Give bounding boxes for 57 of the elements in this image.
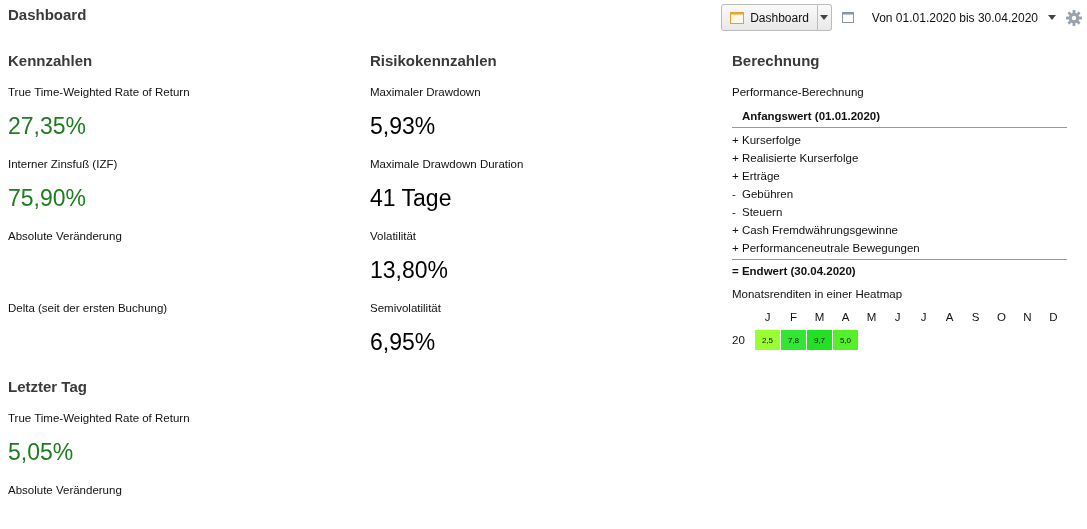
calculation-item: + Realisierte Kurserfolge bbox=[732, 151, 860, 166]
caret-icon[interactable] bbox=[1048, 15, 1056, 20]
metric-label: Maximale Drawdown Duration bbox=[370, 158, 525, 172]
heatmap-cell: 7,8 bbox=[781, 330, 806, 350]
calculation-item: + Cash Fremdwährungsgewinne bbox=[732, 223, 899, 238]
heatmap-cell: 5,0 bbox=[833, 330, 858, 350]
metric-label: True Time-Weighted Rate of Return bbox=[8, 412, 191, 426]
settings-icon[interactable] bbox=[1066, 9, 1082, 26]
year-label: 20 bbox=[732, 333, 746, 348]
month-label: F bbox=[789, 310, 798, 325]
metric-label: Semivolatilität bbox=[370, 302, 442, 316]
end-value-line: = Endwert (30.04.2020) bbox=[732, 259, 1067, 282]
heatmap-cell: 2,5 bbox=[755, 330, 780, 350]
month-label: O bbox=[996, 310, 1007, 325]
metric-label: Absolute Veränderung bbox=[8, 484, 123, 498]
section-heading: Letzter Tag bbox=[8, 378, 88, 397]
calculation-item: - Steuern bbox=[732, 205, 784, 220]
month-label: S bbox=[970, 310, 981, 325]
metric-value: 13,80% bbox=[370, 255, 449, 285]
metric-value: 6,95% bbox=[370, 327, 437, 357]
calculation-item: + Erträge bbox=[732, 169, 781, 184]
calculation-item: + Kurserfolge bbox=[732, 133, 802, 148]
window-icon[interactable] bbox=[841, 12, 854, 23]
month-label: J bbox=[763, 310, 772, 325]
metric-value: 41 Tage bbox=[370, 183, 453, 213]
section-heading: Risikokennzahlen bbox=[370, 52, 498, 71]
calculation-subtitle: Performance-Berechnung bbox=[732, 86, 865, 100]
calculation-item: - Gebühren bbox=[732, 187, 795, 202]
metric-label: True Time-Weighted Rate of Return bbox=[8, 86, 191, 100]
heatmap-title: Monatsrenditen in einer Heatmap bbox=[732, 288, 904, 302]
page-title: Dashboard bbox=[8, 6, 87, 23]
month-label: M bbox=[813, 310, 826, 325]
metric-value: 5,05% bbox=[8, 437, 75, 467]
metric-label: Interner Zinsfuß (IZF) bbox=[8, 158, 119, 172]
date-range[interactable]: Von 01.01.2020 bis 30.04.2020 bbox=[871, 10, 1038, 25]
month-label: N bbox=[1022, 310, 1033, 325]
metric-label: Maximaler Drawdown bbox=[370, 86, 482, 100]
metric-value: 5,93% bbox=[370, 111, 437, 141]
month-label: A bbox=[944, 310, 955, 325]
month-label: J bbox=[919, 310, 928, 325]
metric-label: Volatilität bbox=[370, 230, 418, 244]
section-heading: Kennzahlen bbox=[8, 52, 94, 71]
calculation-item: + Performanceneutrale Bewegungen bbox=[732, 241, 921, 256]
metric-label: Delta (seit der ersten Buchung) bbox=[8, 302, 169, 316]
metric-label: Absolute Veränderung bbox=[8, 230, 123, 244]
month-label: J bbox=[893, 310, 902, 325]
heatmap-cell: 9,7 bbox=[807, 330, 832, 350]
start-value-line: Anfangswert (01.01.2020) bbox=[732, 106, 1067, 128]
section-heading: Berechnung bbox=[732, 52, 821, 71]
dashboard-button[interactable]: Dashboard bbox=[721, 4, 818, 31]
calendar-icon bbox=[730, 11, 745, 24]
month-label: M bbox=[865, 310, 878, 325]
month-label: A bbox=[840, 310, 851, 325]
caret-icon bbox=[820, 15, 829, 20]
metric-value: 27,35% bbox=[8, 111, 87, 141]
month-label: D bbox=[1048, 310, 1059, 325]
metric-value: 75,90% bbox=[8, 183, 87, 213]
